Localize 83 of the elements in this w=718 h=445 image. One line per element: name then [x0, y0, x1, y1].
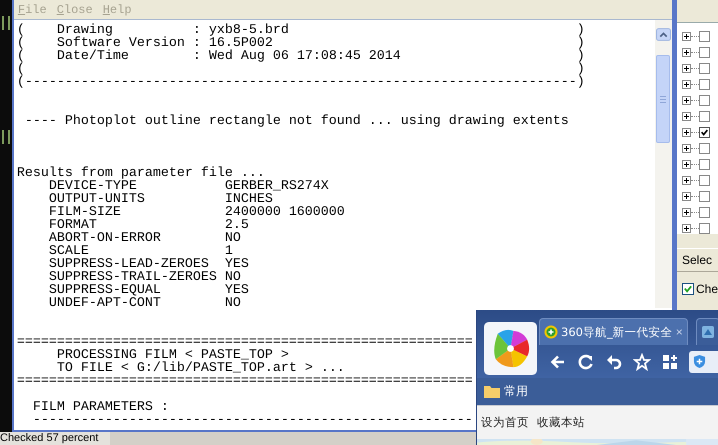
checkbox[interactable] — [698, 174, 710, 186]
expand-icon[interactable] — [682, 160, 691, 168]
log-line: TO FILE < G:/lib/PASTE_TOP.art > ... — [56, 362, 345, 375]
checkbox[interactable] — [698, 78, 710, 90]
expand-icon[interactable] — [682, 208, 691, 216]
expand-icon[interactable] — [682, 80, 691, 88]
bookmark-folder[interactable]: 常用 — [484, 383, 528, 400]
expand-icon[interactable] — [682, 192, 691, 200]
bookmark-label: 常用 — [504, 383, 528, 400]
log-line: Results from parameter file ... — [16, 167, 265, 180]
expand-icon[interactable] — [682, 144, 691, 152]
plus-icon — [544, 325, 558, 339]
scroll-up-icon[interactable] — [656, 28, 671, 41]
parameter-value: NO — [224, 271, 241, 284]
log-line: ( Drawing : yxb8-5.brd ) — [16, 24, 585, 37]
checkbox[interactable] — [698, 110, 710, 122]
checkbox[interactable] — [698, 94, 710, 106]
parameter-name: SUPPRESS-EQUAL — [48, 284, 162, 297]
undo-icon[interactable] — [605, 352, 623, 370]
parameter-value: YES — [224, 284, 249, 297]
log-line: FILM PARAMETERS : — [32, 401, 169, 414]
separator-line: ========================================================= — [16, 336, 473, 349]
refresh-icon[interactable] — [577, 352, 595, 370]
parameter-name: SUPPRESS-TRAIL-ZEROES — [48, 271, 218, 284]
shield-icon — [693, 354, 706, 369]
expand-icon[interactable] — [682, 224, 691, 232]
parameter-name: DEVICE-TYPE — [48, 180, 137, 193]
checkbox[interactable] — [698, 158, 710, 170]
star-icon[interactable] — [633, 352, 651, 370]
checkbox[interactable] — [698, 30, 710, 42]
expand-icon[interactable] — [682, 48, 691, 56]
browser-logo-icon — [484, 322, 537, 375]
parameter-value: INCHES — [224, 193, 273, 206]
close-icon[interactable]: × — [676, 325, 683, 339]
expand-icon[interactable] — [682, 128, 691, 136]
log-line: PROCESSING FILM < PASTE_TOP > — [56, 349, 289, 362]
checkbox[interactable] — [698, 46, 710, 58]
checkbox[interactable] — [698, 142, 710, 154]
page-link[interactable]: 设为首页 — [481, 415, 529, 430]
log-line: ---- Photoplot outline rectangle not found ... using drawing extents — [24, 115, 569, 128]
expand-icon[interactable] — [682, 64, 691, 72]
parameter-value: 2.5 — [224, 219, 249, 232]
log-line: (---------------------------------------------------------------------) — [16, 76, 585, 89]
page-link[interactable]: 收藏本站 — [537, 415, 585, 430]
separator-line: ------------------------------------------------------- — [32, 414, 473, 427]
parameter-value: GERBER_RS274X — [224, 180, 329, 193]
parameter-value: NO — [224, 232, 241, 245]
folder-icon — [484, 385, 500, 398]
expand-icon[interactable] — [682, 112, 691, 120]
log-line: ( Software Version : 16.5P002 ) — [16, 37, 585, 50]
parameter-name: FORMAT — [48, 219, 97, 232]
scrollbar-thumb[interactable] — [656, 55, 670, 143]
parameter-name: ABORT-ON-ERROR — [48, 232, 162, 245]
apps-icon[interactable] — [661, 352, 679, 370]
log-line: ( Date/Time : Wed Aug 06 17:08:45 2014 ) — [16, 50, 585, 63]
select-button[interactable]: Selec — [676, 248, 718, 272]
parameter-name: SCALE — [48, 245, 89, 258]
tab-title: 360导航_新一代安全 — [561, 324, 673, 340]
status-text: Checked 57 percent — [0, 432, 98, 445]
scrollbar[interactable] — [654, 20, 672, 308]
parameter-name: FILM-SIZE — [48, 206, 122, 219]
browser-tab[interactable]: 360导航_新一代安全 × — [539, 318, 688, 345]
checkbox[interactable] — [698, 206, 710, 218]
expand-icon[interactable] — [682, 96, 691, 104]
expand-icon[interactable] — [682, 32, 691, 40]
separator-line: ========================================================= — [16, 375, 473, 388]
parameter-value: NO — [224, 297, 241, 310]
checkbox-label: Che — [696, 282, 718, 296]
parameter-name: SUPPRESS-LEAD-ZEROES — [48, 258, 209, 271]
parameter-name: OUTPUT-UNITS — [48, 193, 146, 206]
checkbox[interactable] — [698, 190, 710, 202]
checkbox[interactable] — [698, 222, 710, 234]
expand-icon[interactable] — [682, 176, 691, 184]
parameter-value: 1 — [224, 245, 233, 258]
log-line: ( ) — [16, 63, 585, 76]
checkbox[interactable] — [682, 283, 694, 295]
parameter-value: YES — [224, 258, 249, 271]
checkbox[interactable] — [698, 62, 710, 74]
browser-tab[interactable] — [696, 318, 718, 345]
checkbox[interactable] — [698, 126, 710, 138]
parameter-value: 2400000 1600000 — [224, 206, 345, 219]
parameter-name: UNDEF-APT-CONT — [48, 297, 162, 310]
back-icon[interactable] — [549, 352, 567, 370]
